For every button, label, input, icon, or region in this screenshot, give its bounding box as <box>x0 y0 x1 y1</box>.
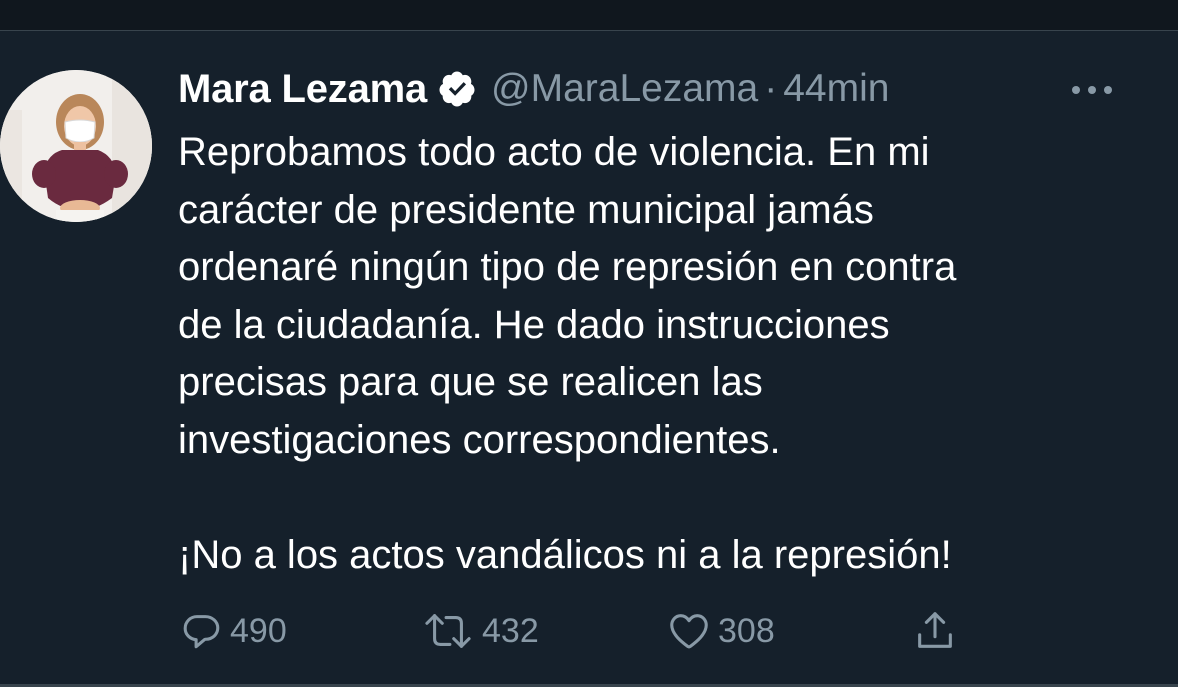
avatar-photo <box>0 70 152 222</box>
top-bar <box>0 0 1178 31</box>
share-button[interactable] <box>912 606 964 656</box>
tweet-text-line: Reprobamos todo acto de violencia. En mi <box>178 130 930 174</box>
tweet-text: Reprobamos todo acto de violencia. En mi… <box>178 124 1138 584</box>
tweet-text-line: precisas para que se realicen las <box>178 360 763 404</box>
reply-icon <box>183 615 220 649</box>
tweet-closing-line: ¡No a los actos vandálicos ni a la repre… <box>178 532 952 577</box>
tweet-header: Mara Lezama @MaraLezama · 44min <box>178 64 889 114</box>
like-button[interactable]: 308 <box>666 606 775 656</box>
avatar[interactable] <box>0 70 152 222</box>
verified-badge-icon <box>437 69 477 109</box>
tweet-text-line: de la ciudadanía. He dado instrucciones <box>178 302 890 347</box>
tweet-text-line: ordenaré ningún tipo de represión en con… <box>178 245 957 289</box>
paragraph-break <box>178 469 1138 527</box>
heart-icon <box>670 614 708 649</box>
separator-dot: · <box>764 67 778 110</box>
like-count: 308 <box>718 611 775 650</box>
more-options-button[interactable] <box>1068 72 1116 108</box>
author-handle[interactable]: @MaraLezama <box>491 67 758 111</box>
tweet-text-line: investigaciones correspondientes. <box>178 417 781 462</box>
reply-count: 490 <box>230 611 287 650</box>
reply-button[interactable]: 490 <box>178 606 287 656</box>
retweet-button[interactable]: 432 <box>420 606 539 656</box>
more-options-icon <box>1072 86 1112 94</box>
retweet-count: 432 <box>482 611 539 650</box>
share-icon <box>918 612 952 648</box>
retweet-icon <box>425 614 471 648</box>
tweet-actions: 490 432 308 <box>178 606 978 656</box>
tweet-text-line: carácter de presidente municipal jamás <box>178 187 874 232</box>
tweet-timestamp[interactable]: 44min <box>783 67 889 111</box>
author-name[interactable]: Mara Lezama <box>178 67 427 112</box>
